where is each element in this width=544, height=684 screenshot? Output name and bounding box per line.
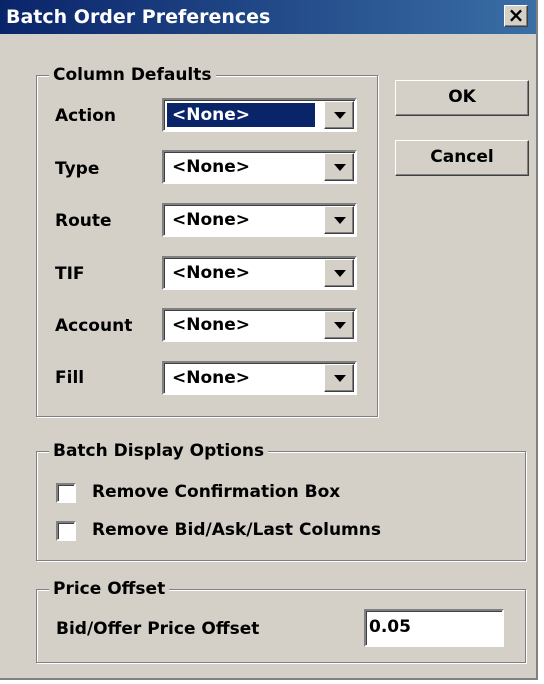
price-offset-input[interactable]: 0.05 xyxy=(364,609,504,647)
batch-display-options-legend: Batch Display Options xyxy=(49,439,269,463)
price-offset-legend: Price Offset xyxy=(49,577,170,601)
route-value: <None> xyxy=(172,210,251,230)
chevron-down-icon[interactable] xyxy=(324,364,354,392)
chevron-down-icon[interactable] xyxy=(324,311,354,339)
fill-value: <None> xyxy=(172,368,251,388)
remove-confirmation-checkbox[interactable] xyxy=(56,483,76,503)
account-label: Account xyxy=(55,316,133,336)
close-button[interactable]: × xyxy=(504,5,528,27)
chevron-down-icon[interactable] xyxy=(324,101,354,129)
tif-dropdown[interactable]: <None> xyxy=(162,256,357,290)
type-label: Type xyxy=(55,159,100,179)
account-value: <None> xyxy=(172,315,251,335)
remove-confirmation-label[interactable]: Remove Confirmation Box xyxy=(92,481,340,503)
tif-value: <None> xyxy=(172,263,251,283)
tif-label: TIF xyxy=(55,264,85,284)
column-defaults-legend: Column Defaults xyxy=(49,63,216,87)
fill-label: Fill xyxy=(55,368,85,388)
cancel-button[interactable]: Cancel xyxy=(395,140,529,176)
type-dropdown[interactable]: <None> xyxy=(162,150,357,184)
route-label: Route xyxy=(55,211,112,231)
price-offset-label: Bid/Offer Price Offset xyxy=(56,619,260,639)
remove-columns-checkbox[interactable] xyxy=(56,521,76,541)
title-bar[interactable]: Batch Order Preferences × xyxy=(0,0,536,34)
price-offset-value: 0.05 xyxy=(369,617,411,637)
account-dropdown[interactable]: <None> xyxy=(162,308,357,342)
batch-order-preferences-dialog: Batch Order Preferences × Column Default… xyxy=(0,0,538,680)
ok-button[interactable]: OK xyxy=(395,80,529,116)
action-dropdown[interactable]: <None> xyxy=(162,98,357,132)
remove-columns-label[interactable]: Remove Bid/Ask/Last Columns xyxy=(92,519,381,541)
close-icon: × xyxy=(507,3,525,27)
route-dropdown[interactable]: <None> xyxy=(162,203,357,237)
chevron-down-icon[interactable] xyxy=(324,153,354,181)
chevron-down-icon[interactable] xyxy=(324,206,354,234)
type-value: <None> xyxy=(172,157,251,177)
chevron-down-icon[interactable] xyxy=(324,259,354,287)
fill-dropdown[interactable]: <None> xyxy=(162,361,357,395)
action-label: Action xyxy=(55,106,116,126)
window-title: Batch Order Preferences xyxy=(6,6,271,28)
batch-display-options-group: Batch Display Options xyxy=(36,439,526,561)
action-value: <None> xyxy=(167,103,315,127)
